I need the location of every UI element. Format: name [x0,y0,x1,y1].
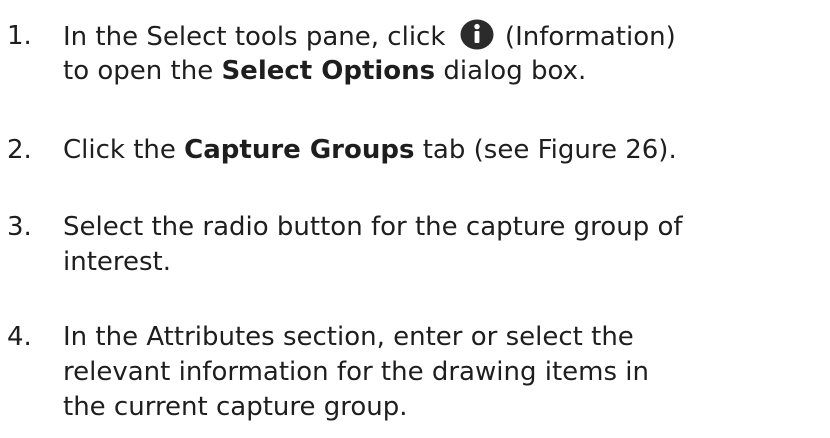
information-icon [460,19,494,50]
step-text: relevant information for the drawing ite… [63,357,649,387]
step-number: 2. [7,135,32,165]
tab-name: Capture Groups [184,135,415,165]
step-text: In the Attributes section, enter or sele… [63,322,634,352]
step-text: In the Select tools pane, click (Informa… [63,19,676,55]
step-1: 1. In the Select tools pane, click (Info… [0,19,830,89]
step-number: 1. [7,21,32,51]
step-3-line-2: interest. [0,245,830,280]
step-number: 4. [7,322,32,352]
step-1-line-1: 1. In the Select tools pane, click (Info… [0,19,830,54]
step-4: 4. In the Attributes section, enter or s… [0,320,830,425]
step-text: Select the radio button for the capture … [63,212,683,242]
step-2-line-1: 2. Click the Capture Groups tab (see Fig… [0,133,830,168]
step-text: to open the Select Options dialog box. [63,54,586,89]
instruction-steps: 1. In the Select tools pane, click (Info… [0,0,830,438]
step-text: the current capture group. [63,392,408,422]
step-4-line-1: 4. In the Attributes section, enter or s… [0,320,830,355]
step-text-segment: (Information) [496,22,676,52]
step-3-line-1: 3. Select the radio button for the captu… [0,210,830,245]
step-text-segment: tab (see Figure 26). [414,135,677,165]
step-4-line-2: relevant information for the drawing ite… [0,355,830,390]
step-text: interest. [63,247,172,277]
step-text-segment: Click the [63,135,185,165]
step-text-segment: to open the [63,56,222,86]
step-3: 3. Select the radio button for the captu… [0,210,830,280]
step-number: 3. [7,212,32,242]
step-4-line-3: the current capture group. [0,390,830,425]
step-2: 2. Click the Capture Groups tab (see Fig… [0,133,830,168]
dialog-name: Select Options [221,56,436,86]
step-text-segment: dialog box. [435,56,587,86]
step-1-line-2: to open the Select Options dialog box. [0,54,830,89]
step-text-segment: In the Select tools pane, click [63,22,454,52]
step-text: Click the Capture Groups tab (see Figure… [63,133,677,168]
